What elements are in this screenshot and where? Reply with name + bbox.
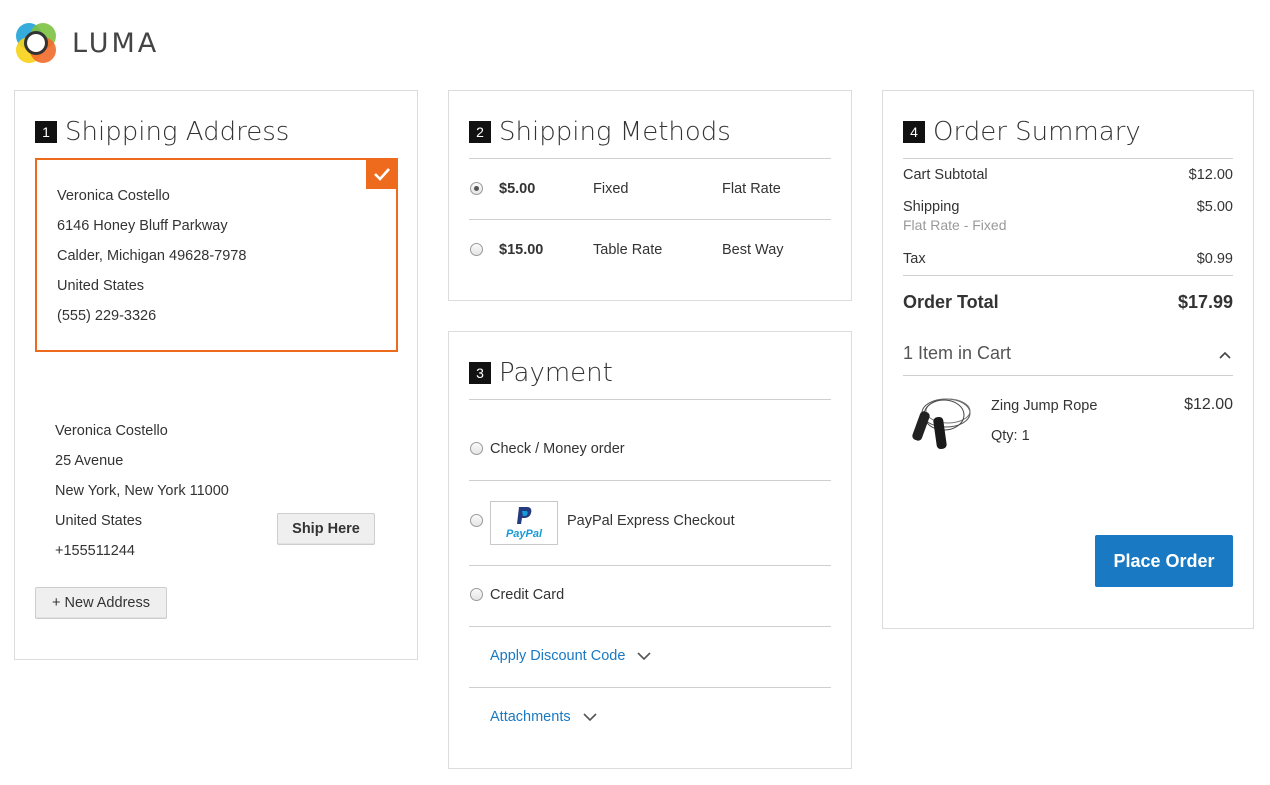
address-name: Veronica Costello (57, 188, 170, 204)
address-street: 25 Avenue (55, 453, 124, 469)
items-in-cart-toggle[interactable]: 1 Item in Cart (903, 343, 1233, 364)
shipping-methods-panel: 2 Shipping Methods $5.00 Fixed Flat Rate… (448, 90, 852, 301)
divider (469, 480, 831, 481)
items-in-cart-label: 1 Item in Cart (903, 343, 1012, 363)
shipping-detail: Flat Rate - Fixed (903, 217, 1007, 233)
step-number: 3 (469, 362, 491, 384)
divider (469, 565, 831, 566)
carrier-name: Flat Rate (722, 181, 781, 197)
paypal-logo-text: PayPal (505, 528, 543, 540)
shipping-address-panel: 1 Shipping Address Veronica Costello 614… (14, 90, 418, 660)
paypal-icon (517, 507, 532, 524)
tax-value: $0.99 (1196, 251, 1233, 267)
place-order-button[interactable]: Place Order (1095, 535, 1233, 587)
chevron-down-icon (637, 651, 651, 660)
address-phone: (555) 229-3326 (57, 308, 157, 324)
shipping-address-header: 1 Shipping Address (35, 117, 289, 147)
attachments-toggle[interactable]: Attachments (490, 709, 597, 725)
step-number: 2 (469, 121, 491, 143)
checkmark-icon (366, 159, 397, 189)
address-phone: +155511244 (55, 543, 135, 559)
shipping-methods-header: 2 Shipping Methods (469, 117, 731, 147)
divider (903, 158, 1233, 159)
apply-discount-label: Apply Discount Code (490, 648, 626, 664)
other-address-card: Veronica Costello 25 Avenue New York, Ne… (35, 395, 398, 559)
method-radio[interactable] (470, 243, 483, 256)
attachments-label: Attachments (490, 709, 571, 725)
method-radio[interactable] (470, 182, 483, 195)
carrier-name: Best Way (722, 242, 784, 258)
method-name: Table Rate (593, 242, 663, 258)
address-street: 6146 Honey Bluff Parkway (57, 218, 228, 234)
address-country: United States (57, 278, 145, 294)
new-address-button[interactable]: + New Address (35, 587, 167, 619)
section-title: Shipping Address (65, 117, 290, 147)
shipping-label: Shipping (903, 199, 960, 215)
check-money-order-radio[interactable] (470, 442, 483, 455)
check-money-order-label[interactable]: Check / Money order (490, 441, 625, 457)
order-summary-header: 4 Order Summary (903, 117, 1141, 147)
shipping-method-row[interactable]: $15.00 Table Rate Best Way (469, 220, 831, 281)
divider (469, 687, 831, 688)
address-city: Calder, Michigan 49628-7978 (57, 248, 247, 264)
chevron-down-icon (583, 712, 597, 721)
logo-text: LUMA (72, 27, 160, 59)
product-price: $12.00 (1184, 396, 1233, 413)
method-price: $5.00 (499, 181, 536, 197)
tax-row: Tax $0.99 (903, 251, 1233, 267)
order-total-value: $17.99 (1177, 292, 1233, 312)
section-title: Payment (499, 358, 613, 388)
selected-address-card[interactable]: Veronica Costello 6146 Honey Bluff Parkw… (35, 158, 398, 352)
order-total-row: Order Total $17.99 (903, 292, 1233, 313)
step-number: 4 (903, 121, 925, 143)
payment-header: 3 Payment (469, 358, 613, 388)
section-title: Order Summary (933, 117, 1141, 147)
shipping-row: Shipping $5.00 Flat Rate - Fixed (903, 199, 1233, 233)
divider (903, 275, 1233, 276)
paypal-logo: PayPal (490, 501, 558, 545)
cart-subtotal-row: Cart Subtotal $12.00 (903, 167, 1233, 183)
address-name: Veronica Costello (55, 423, 168, 439)
product-thumbnail[interactable] (908, 391, 974, 457)
payment-panel: 3 Payment Check / Money order PayPal Pay… (448, 331, 852, 769)
cart-subtotal-value: $12.00 (1188, 167, 1233, 183)
credit-card-radio[interactable] (470, 588, 483, 601)
product-name[interactable]: Zing Jump Rope (991, 398, 1097, 414)
luma-logo-icon (16, 23, 56, 63)
chevron-up-icon (1219, 351, 1231, 359)
apply-discount-toggle[interactable]: Apply Discount Code (490, 648, 651, 664)
luma-logo[interactable]: LUMA (14, 21, 159, 65)
step-number: 1 (35, 121, 57, 143)
cart-subtotal-label: Cart Subtotal (903, 167, 988, 183)
address-country: United States (55, 513, 143, 529)
ship-here-button[interactable]: Ship Here (277, 513, 375, 545)
order-summary-panel: 4 Order Summary Cart Subtotal $12.00 Shi… (882, 90, 1254, 629)
method-price: $15.00 (499, 242, 544, 258)
divider (469, 399, 831, 400)
address-city: New York, New York 11000 (55, 483, 229, 499)
divider (903, 375, 1233, 376)
section-title: Shipping Methods (499, 117, 731, 147)
tax-label: Tax (903, 251, 926, 267)
paypal-radio[interactable] (470, 514, 483, 527)
method-name: Fixed (593, 181, 629, 197)
order-total-label: Order Total (903, 292, 999, 312)
shipping-method-row[interactable]: $5.00 Fixed Flat Rate (469, 159, 831, 220)
credit-card-label[interactable]: Credit Card (490, 587, 564, 603)
paypal-label[interactable]: PayPal Express Checkout (567, 513, 735, 529)
shipping-value: $5.00 (1196, 199, 1233, 215)
divider (469, 626, 831, 627)
product-qty: Qty: 1 (991, 428, 1030, 444)
